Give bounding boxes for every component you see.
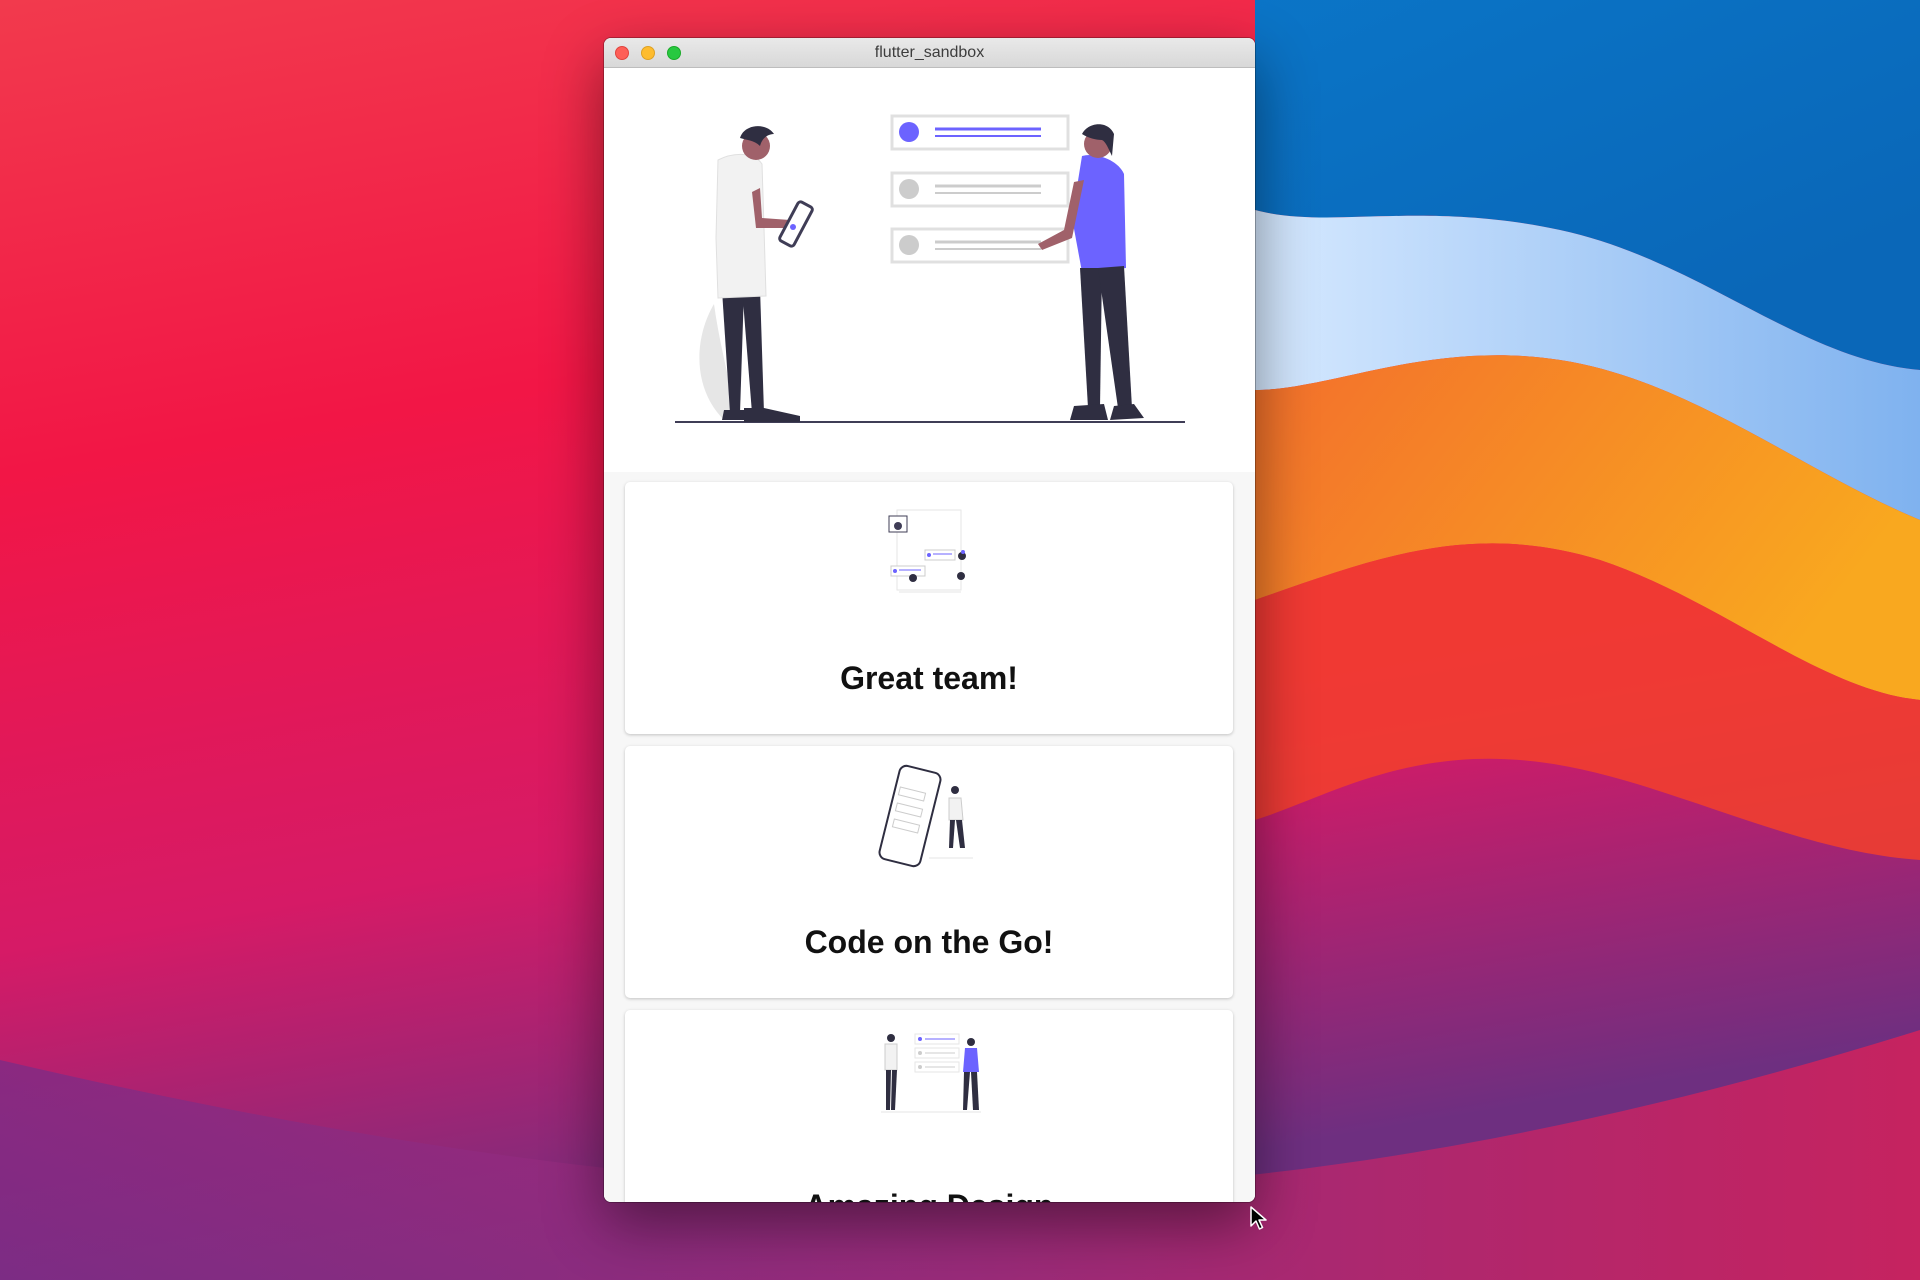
desktop: flutter_sandbox Great team! Code on the … (0, 0, 1920, 1280)
mouse-pointer-icon (1250, 1206, 1267, 1230)
scroll-content[interactable]: Great team! Code on the Go! (604, 68, 1255, 1202)
card-title: Code on the Go! (804, 924, 1054, 960)
feature-card[interactable]: Amazing Design (625, 1010, 1233, 1202)
people-reviewing-list-illustration (675, 114, 1185, 423)
card-title: Great team! (840, 660, 1018, 696)
hero-banner (604, 68, 1255, 472)
app-window: flutter_sandbox Great team! Code on the … (604, 38, 1255, 1202)
window-titlebar[interactable]: flutter_sandbox (604, 38, 1255, 68)
feature-card[interactable]: Code on the Go! (625, 746, 1233, 998)
feature-card[interactable]: Great team! (625, 482, 1233, 734)
mobile-app-illustration (878, 764, 973, 868)
card-title: Amazing Design (625, 1188, 1233, 1202)
design-review-illustration (881, 1033, 981, 1113)
team-collaboration-illustration (888, 509, 966, 593)
window-title: flutter_sandbox (874, 44, 985, 61)
